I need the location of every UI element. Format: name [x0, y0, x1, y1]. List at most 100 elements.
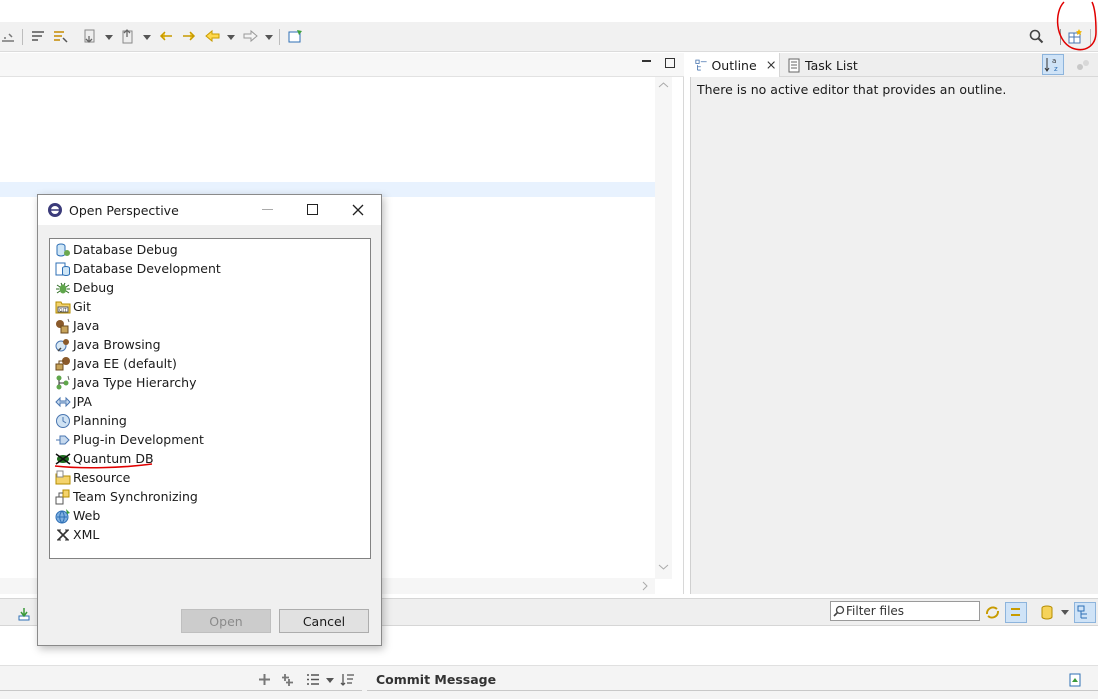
outline-icon: [695, 59, 707, 70]
scroll-down-icon[interactable]: [658, 563, 669, 571]
list-item-label: Java EE (default): [73, 356, 177, 371]
compare-mode-button[interactable]: [1005, 602, 1027, 623]
layout-icon: [1077, 605, 1087, 619]
list-item[interactable]: Java Type Hierarchy: [55, 373, 196, 392]
outline-panel: There is no active editor that provides …: [690, 53, 1098, 594]
search-icon[interactable]: [1028, 28, 1045, 45]
back-dropdown[interactable]: [227, 35, 235, 40]
list-item-label: Java: [73, 318, 100, 333]
list-item[interactable]: Java EE (default): [55, 354, 177, 373]
planning-icon: [56, 413, 70, 428]
commit-divider: [367, 690, 1098, 691]
tab-task-list[interactable]: Task List: [786, 53, 858, 77]
close-icon[interactable]: [767, 60, 775, 70]
word-wrap-icon[interactable]: [30, 28, 47, 45]
list-item[interactable]: GIT Git: [55, 297, 91, 316]
annotation-underline: [54, 463, 153, 469]
list-item[interactable]: Plug-in Development: [55, 430, 204, 449]
type-hierarchy-icon: [56, 375, 70, 389]
list-item[interactable]: Database Development: [55, 259, 221, 278]
dialog-title: Open Perspective: [69, 202, 179, 218]
pin-editor-icon[interactable]: [287, 28, 304, 45]
main-toolbar: [0, 22, 1098, 52]
editor-vertical-scrollbar[interactable]: [655, 77, 672, 579]
dialog-title-bar[interactable]: Open Perspective: [38, 195, 381, 225]
annotation-circle: [1056, 1, 1097, 51]
list-item-label: Git: [73, 299, 92, 314]
list-item-label: Database Development: [73, 261, 221, 276]
git-icon: GIT: [55, 301, 71, 313]
list-item[interactable]: Planning: [55, 411, 127, 430]
minimize-icon[interactable]: [642, 60, 651, 62]
prev-annotation-dropdown[interactable]: [143, 35, 151, 40]
prev-annotation-icon[interactable]: [120, 28, 137, 45]
forward-icon[interactable]: [242, 28, 259, 45]
filter-files-input[interactable]: Filter files: [830, 601, 980, 621]
forward-edit-icon[interactable]: [180, 28, 197, 45]
repository-dropdown[interactable]: [1061, 610, 1069, 615]
sort-az-icon: az: [1044, 57, 1058, 73]
list-item-label: Debug: [73, 280, 115, 295]
list-item-label: Plug-in Development: [73, 432, 204, 447]
repository-icon[interactable]: [1040, 604, 1054, 621]
database-debug-icon: [56, 243, 70, 257]
minimize-icon[interactable]: [262, 209, 273, 210]
sync-icon[interactable]: [984, 604, 1001, 621]
tab-outline[interactable]: Outline: [690, 53, 780, 77]
filter-files-placeholder: Filter files: [846, 604, 905, 618]
outline-tab-bar: Outline Task List az: [690, 53, 1098, 77]
back-icon[interactable]: [204, 28, 221, 45]
list-item[interactable]: JPA: [55, 392, 92, 411]
list-item-label: Planning: [73, 413, 127, 428]
list-item-label: JPA: [73, 394, 92, 409]
collapse-all-icon[interactable]: [280, 672, 295, 687]
presentation-icon[interactable]: [305, 672, 320, 687]
hide-fields-icon[interactable]: [1075, 57, 1091, 73]
list-item[interactable]: Java Browsing: [55, 335, 161, 354]
layout-button[interactable]: [1074, 602, 1096, 623]
presentation-dropdown[interactable]: [326, 678, 334, 683]
list-item-label: XML: [73, 527, 100, 542]
last-edit-location-icon[interactable]: [158, 28, 175, 45]
list-item[interactable]: Java: [55, 316, 99, 335]
list-item[interactable]: Database Debug: [55, 240, 178, 259]
sort-button[interactable]: az: [1042, 54, 1064, 75]
expand-all-icon[interactable]: [257, 672, 272, 687]
cancel-button[interactable]: Cancel: [279, 609, 369, 633]
editor-header: [0, 53, 684, 77]
perspective-list[interactable]: Database Debug Database Development Debu…: [49, 238, 371, 559]
java-browsing-icon: [55, 338, 69, 352]
next-annotation-dropdown[interactable]: [105, 35, 113, 40]
partial-toolbar-icon[interactable]: [0, 28, 17, 45]
close-icon[interactable]: [352, 204, 364, 216]
next-annotation-icon[interactable]: [82, 28, 99, 45]
task-list-icon: [788, 58, 800, 72]
open-button[interactable]: Open: [181, 609, 271, 633]
tab-task-list-label: Task List: [805, 57, 858, 73]
commit-message-label: Commit Message: [376, 672, 497, 687]
web-icon: [55, 508, 70, 523]
outline-empty-message: There is no active editor that provides …: [697, 82, 1007, 97]
list-item[interactable]: Web: [55, 506, 100, 525]
bug-icon: [56, 282, 70, 293]
java-ee-icon: [55, 356, 70, 370]
forward-dropdown[interactable]: [265, 35, 273, 40]
maximize-icon[interactable]: [307, 204, 318, 215]
jpa-icon: [55, 396, 71, 407]
scroll-right-icon[interactable]: [640, 581, 650, 591]
toolbar-separator: [279, 29, 280, 45]
annotation-icon[interactable]: [52, 28, 69, 45]
sort-icon[interactable]: [340, 672, 355, 687]
staging-divider: [0, 690, 362, 691]
maximize-icon[interactable]: [665, 58, 675, 68]
xml-icon: [57, 528, 69, 541]
stage-icon[interactable]: [16, 606, 32, 622]
scroll-up-icon[interactable]: [658, 81, 669, 89]
tab-outline-label: Outline: [711, 57, 757, 73]
list-item[interactable]: Debug: [55, 278, 114, 297]
eclipse-icon: [48, 203, 62, 217]
list-item[interactable]: Team Synchronizing: [55, 487, 198, 506]
commit-template-icon[interactable]: [1067, 672, 1083, 688]
svg-text:z: z: [1054, 65, 1058, 73]
list-item[interactable]: XML: [55, 525, 99, 544]
